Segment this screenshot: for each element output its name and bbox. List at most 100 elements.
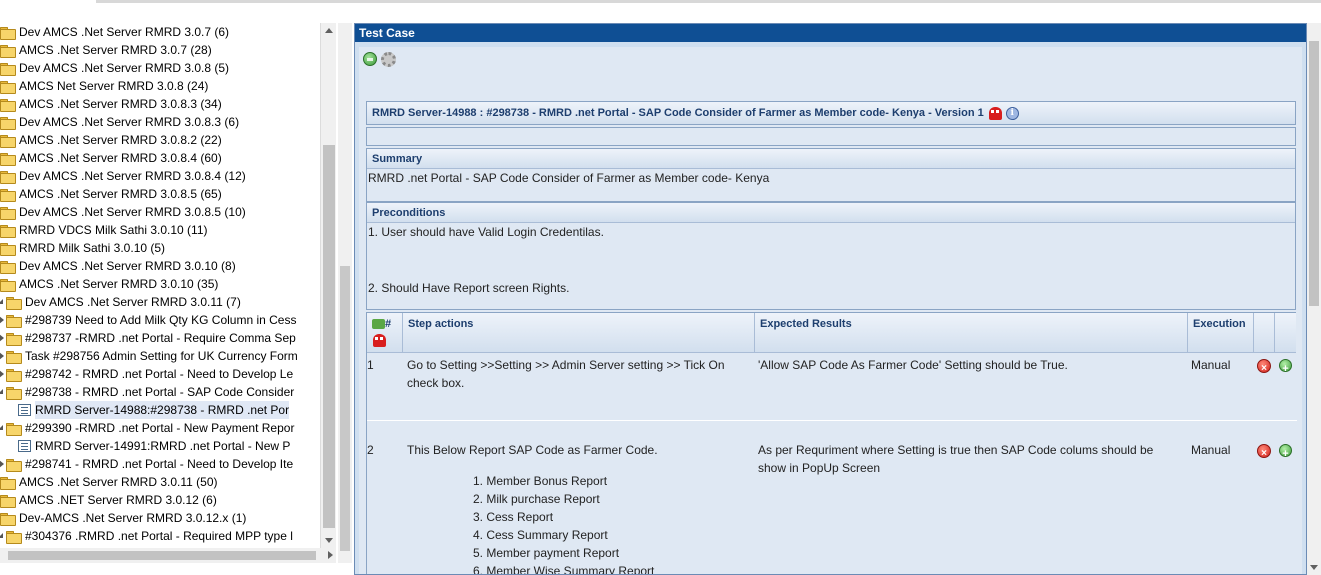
tree-item-label: AMCS .Net Server RMRD 3.0.10 (35): [19, 277, 219, 291]
scroll-down-arrow-icon[interactable]: [1310, 565, 1318, 570]
tree-item[interactable]: RMRD VDCS Milk Sathi 3.0.10 (11): [0, 221, 208, 239]
step-action: Go to Setting >>Setting >> Admin Server …: [407, 358, 725, 390]
report-list-item: 6. Member Wise Summary Report: [473, 564, 655, 575]
step-expected: As per Requriment where Setting is true …: [758, 443, 1154, 475]
tree-item-label: AMCS .Net Server RMRD 3.0.8.4 (60): [19, 151, 222, 165]
tree-item[interactable]: RMRD Server-14988:#298738 - RMRD .net Po…: [18, 401, 290, 419]
delete-step-icon[interactable]: ×: [1257, 444, 1271, 459]
delete-step-icon[interactable]: ×: [1257, 359, 1271, 374]
splitter-scrollbar[interactable]: [338, 23, 352, 563]
preconditions-section: Preconditions 1. User should have Valid …: [366, 202, 1296, 310]
info-icon[interactable]: i: [1005, 106, 1019, 120]
tree-item[interactable]: AMCS .Net Server RMRD 3.0.11 (50): [0, 473, 218, 491]
scroll-thumb[interactable]: [8, 551, 316, 560]
report-list-item: 2. Milk purchase Report: [473, 492, 600, 506]
tree-item[interactable]: AMCS .Net Server RMRD 3.0.8.5 (65): [0, 185, 222, 203]
tree-item[interactable]: AMCS .Net Server RMRD 3.0.8.3 (34): [0, 95, 222, 113]
execute-icon[interactable]: [363, 52, 377, 66]
tree-item[interactable]: #298741 - RMRD .net Portal - Need to Dev…: [0, 455, 293, 473]
summary-section: Summary RMRD .net Portal - SAP Code Cons…: [366, 148, 1296, 202]
tree-item[interactable]: AMCS .Net Server RMRD 3.0.10 (35): [0, 275, 218, 293]
folder-icon: [0, 494, 16, 508]
tree-item[interactable]: Dev AMCS .Net Server RMRD 3.0.7 (6): [0, 23, 229, 41]
tree-item[interactable]: AMCS .NET Server RMRD 3.0.12 (6): [0, 491, 217, 509]
folder-icon: [0, 44, 16, 58]
tree-item[interactable]: RMRD Milk Sathi 3.0.10 (5): [0, 239, 165, 257]
tree-item[interactable]: AMCS .Net Server RMRD 3.0.8.4 (60): [0, 149, 222, 167]
tree-item[interactable]: AMCS .Net Server RMRD 3.0.8.2 (22): [0, 131, 222, 149]
tree-item[interactable]: #299390 -RMRD .net Portal - New Payment …: [0, 419, 294, 437]
folder-icon: [0, 476, 16, 490]
summary-header: Summary: [367, 149, 1295, 169]
header-blank: [1275, 313, 1297, 353]
tree-item-label: #298741 - RMRD .net Portal - Need to Dev…: [25, 457, 294, 471]
scroll-up-arrow-icon[interactable]: [325, 28, 333, 33]
folder-icon: [0, 188, 16, 202]
scroll-thumb[interactable]: [1309, 41, 1319, 306]
folder-icon: [6, 368, 22, 382]
tree-item[interactable]: Dev AMCS .Net Server RMRD 3.0.8.4 (12): [0, 167, 246, 185]
folder-icon: [0, 260, 16, 274]
ghost-icon[interactable]: [373, 334, 386, 347]
tree-item[interactable]: #298742 - RMRD .net Portal - Need to Dev…: [0, 365, 293, 383]
tree-item-label: RMRD Milk Sathi 3.0.10 (5): [19, 241, 166, 255]
scroll-down-arrow-icon[interactable]: [325, 538, 333, 543]
tree-vertical-scrollbar[interactable]: [320, 23, 336, 548]
tree-item[interactable]: #304376 .RMRD .net Portal - Required MPP…: [0, 527, 293, 545]
header-num: #: [367, 313, 403, 353]
tree-item[interactable]: #298737 -RMRD .net Portal - Require Comm…: [0, 329, 296, 347]
tree-item[interactable]: Task #298756 Admin Setting for UK Curren…: [0, 347, 298, 365]
gear-icon[interactable]: [381, 52, 396, 67]
step-execution: Manual: [1191, 443, 1231, 457]
tree-item[interactable]: Dev-AMCS .Net Server RMRD 3.0.12.x (1): [0, 509, 246, 527]
folder-icon: [0, 26, 16, 40]
tree-item[interactable]: Dev AMCS .Net Server RMRD 3.0.11 (7): [0, 293, 241, 311]
tree-item-label: Dev AMCS .Net Server RMRD 3.0.8.3 (6): [19, 115, 240, 129]
tree-item-label: Dev AMCS .Net Server RMRD 3.0.8.5 (10): [19, 205, 246, 219]
report-list-item: 3. Cess Report: [473, 510, 554, 524]
tree-item-label: RMRD Server-14988:#298738 - RMRD .net Po…: [35, 401, 290, 419]
tree-item[interactable]: AMCS Net Server RMRD 3.0.8 (24): [0, 77, 208, 95]
folder-icon: [6, 314, 22, 328]
tree-item[interactable]: AMCS .Net Server RMRD 3.0.7 (28): [0, 41, 212, 59]
step-action-text: This Below Report SAP Code as Farmer Cod…: [407, 443, 658, 457]
row-divider: [367, 420, 1297, 421]
add-step-icon[interactable]: +: [1279, 444, 1292, 460]
tree-horizontal-scrollbar[interactable]: [0, 548, 336, 563]
tree-item[interactable]: Dev AMCS .Net Server RMRD 3.0.8 (5): [0, 59, 229, 77]
panel-vertical-scrollbar[interactable]: [1307, 23, 1321, 575]
report-list-item: 1. Member Bonus Report: [473, 474, 608, 488]
scroll-right-arrow-icon[interactable]: [328, 551, 333, 559]
step-row: 1 Go to Setting >>Setting >> Admin Serve…: [367, 354, 1297, 420]
tree-item[interactable]: Dev AMCS .Net Server RMRD 3.0.8.3 (6): [0, 113, 239, 131]
blank-row: [366, 127, 1296, 146]
folder-icon: [0, 224, 16, 238]
panel-title: Test Case: [355, 24, 1306, 42]
top-border: [96, 0, 1321, 3]
tree-item[interactable]: Dev AMCS .Net Server RMRD 3.0.8.5 (10): [0, 203, 246, 221]
preconditions-header: Preconditions: [367, 203, 1295, 223]
tree-item-label: #304376 .RMRD .net Portal - Required MPP…: [25, 529, 293, 543]
tree-item-label: Task #298756 Admin Setting for UK Curren…: [25, 349, 298, 363]
tree-item[interactable]: #298739 Need to Add Milk Qty KG Column i…: [0, 311, 296, 329]
toolbar: [363, 52, 396, 68]
ghost-icon[interactable]: [988, 106, 1002, 120]
folder-icon: [6, 296, 22, 310]
scroll-thumb[interactable]: [340, 266, 350, 551]
tree-item-label: AMCS .NET Server RMRD 3.0.12 (6): [19, 493, 217, 507]
swap-icon[interactable]: [372, 319, 385, 330]
testcase-title-bar: RMRD Server-14988 : #298738 - RMRD .net …: [366, 101, 1296, 125]
folder-icon: [0, 170, 16, 184]
tree-item[interactable]: #298738 - RMRD .net Portal - SAP Code Co…: [0, 383, 294, 401]
folder-icon: [6, 386, 22, 400]
tree-item[interactable]: Dev AMCS .Net Server RMRD 3.0.10 (8): [0, 257, 236, 275]
step-action: This Below Report SAP Code as Farmer Cod…: [407, 441, 747, 575]
scroll-thumb[interactable]: [323, 145, 335, 528]
tree-item-label: AMCS .Net Server RMRD 3.0.7 (28): [19, 43, 212, 57]
add-step-icon[interactable]: +: [1279, 359, 1292, 375]
tree-item[interactable]: RMRD Server-14991:RMRD .net Portal - New…: [18, 437, 290, 455]
tree-item-label: RMRD VDCS Milk Sathi 3.0.10 (11): [19, 223, 208, 237]
tree-item-label: #298737 -RMRD .net Portal - Require Comm…: [25, 331, 296, 345]
folder-icon: [0, 116, 16, 130]
step-number: 2: [367, 443, 374, 457]
